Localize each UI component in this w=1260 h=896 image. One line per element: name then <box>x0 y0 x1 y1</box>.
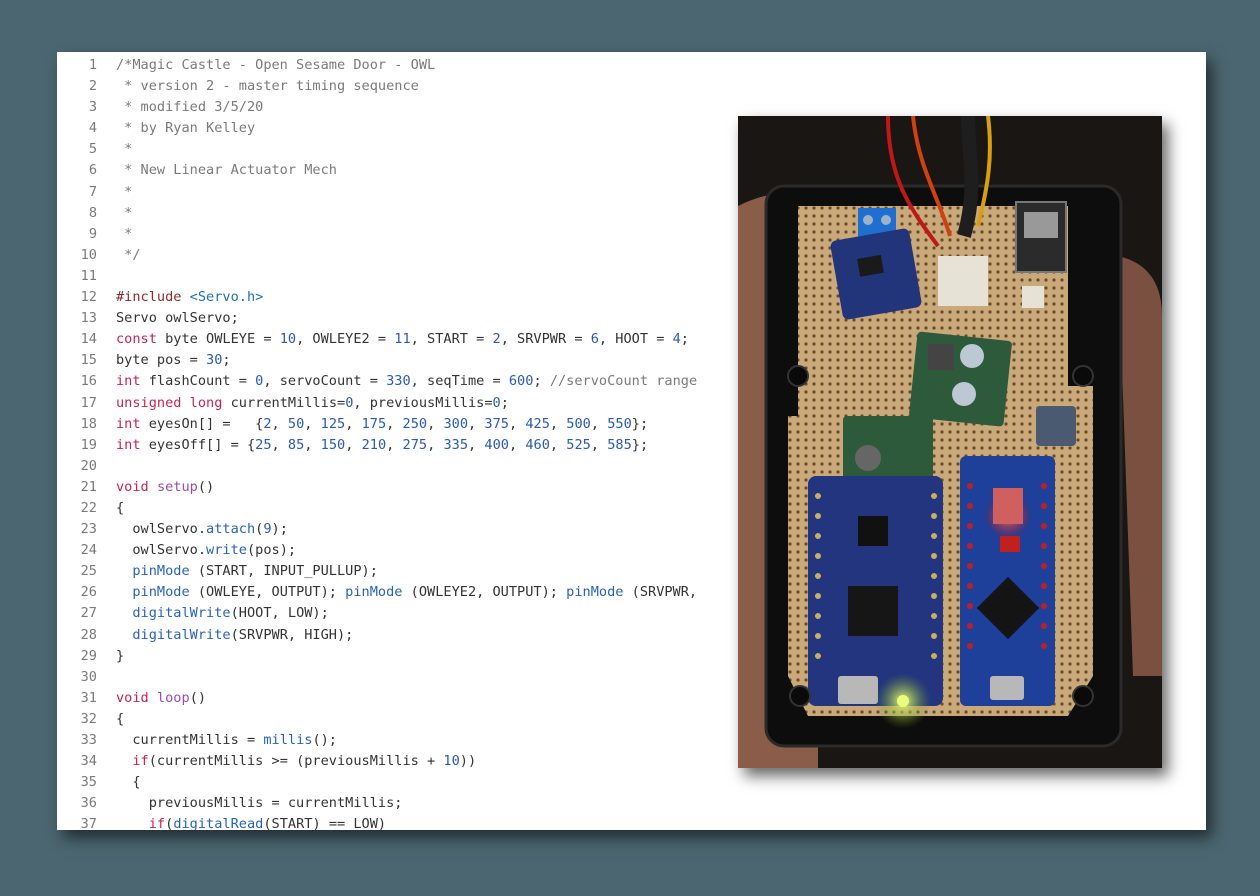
code-text: int flashCount = 0, servoCount = 330, se… <box>116 373 698 390</box>
code-text: * <box>116 225 133 242</box>
line-number: 30 <box>80 668 97 685</box>
code-text: byte pos = 30; <box>116 352 231 369</box>
line-number: 2 <box>88 78 97 95</box>
line-number: 28 <box>80 626 97 643</box>
code-text: { <box>116 499 125 516</box>
circuit-board-photo <box>738 116 1162 768</box>
code-line: 2 * version 2 - master timing sequence <box>57 76 1206 97</box>
line-number: 37 <box>80 816 97 830</box>
line-number: 19 <box>80 436 97 453</box>
code-text: int eyesOff[] = {25, 85, 150, 210, 275, … <box>116 436 649 453</box>
line-number: 14 <box>80 331 97 348</box>
code-text: */ <box>116 246 141 263</box>
code-line: 37 if(digitalRead(START) == LOW) <box>57 814 1206 830</box>
code-text: void setup() <box>116 478 215 495</box>
line-number: 29 <box>80 647 97 664</box>
line-number: 23 <box>80 521 97 538</box>
line-number: 4 <box>88 120 97 137</box>
code-text: owlServo.attach(9); <box>116 521 288 538</box>
line-number: 33 <box>80 732 97 748</box>
code-text: digitalWrite(SRVPWR, HIGH); <box>132 626 354 643</box>
code-text: if(digitalRead(START) == LOW) <box>148 816 387 830</box>
code-text: } <box>116 647 125 664</box>
line-number: 18 <box>80 415 97 432</box>
line-number: 10 <box>80 246 97 263</box>
line-number: 27 <box>80 605 97 622</box>
code-text: { <box>116 710 125 727</box>
code-line: 1 /*Magic Castle - Open Sesame Door - OWL <box>57 55 1206 76</box>
line-number: 21 <box>80 478 97 495</box>
code-text: pinMode (OWLEYE, OUTPUT); pinMode (OWLEY… <box>132 584 698 601</box>
line-number: 7 <box>88 183 97 200</box>
code-text: owlServo.write(pos); <box>116 542 297 559</box>
code-text: Servo owlServo; <box>116 310 239 327</box>
code-text: digitalWrite(HOOT, LOW); <box>132 605 329 622</box>
line-number: 24 <box>80 542 97 559</box>
code-text: if(currentMillis >= (previousMillis + 10… <box>132 753 477 770</box>
code-text: * by Ryan Kelley <box>116 120 256 137</box>
line-number: 34 <box>80 753 97 770</box>
code-text: * New Linear Actuator Mech <box>116 162 337 179</box>
code-text: /*Magic Castle - Open Sesame Door - OWL <box>116 57 436 73</box>
line-number: 25 <box>80 563 97 580</box>
code-text: * <box>116 183 133 200</box>
code-text: { <box>116 774 141 791</box>
code-text: #include <Servo.h> <box>116 289 264 306</box>
line-number: 16 <box>80 373 97 390</box>
line-number: 12 <box>80 289 97 306</box>
code-text: void loop() <box>116 689 207 706</box>
line-number: 11 <box>80 267 97 284</box>
code-text: int eyesOn[] = {2, 50, 125, 175, 250, 30… <box>116 415 649 432</box>
code-line: 36 previousMillis = currentMillis; <box>57 793 1206 814</box>
line-number: 3 <box>88 99 97 116</box>
code-text: currentMillis = millis(); <box>116 732 337 748</box>
code-line: 35 { <box>57 772 1206 793</box>
line-number: 35 <box>80 774 97 791</box>
line-number: 36 <box>80 795 97 812</box>
line-number: 17 <box>80 394 97 411</box>
code-text: * <box>116 141 133 158</box>
line-number: 15 <box>80 352 97 369</box>
line-number: 22 <box>80 499 97 516</box>
line-number: 20 <box>80 457 97 474</box>
code-text: * <box>116 204 133 221</box>
line-number: 9 <box>88 225 97 242</box>
line-number: 8 <box>88 204 97 221</box>
line-number: 1 <box>88 57 97 73</box>
line-number: 6 <box>88 162 97 179</box>
line-number: 32 <box>80 710 97 727</box>
code-text: previousMillis = currentMillis; <box>116 795 403 812</box>
code-text: pinMode (START, INPUT_PULLUP); <box>132 563 378 580</box>
code-text: unsigned long currentMillis=0, previousM… <box>116 394 509 411</box>
line-number: 26 <box>80 584 97 601</box>
code-text: * version 2 - master timing sequence <box>116 78 419 95</box>
code-text: const byte OWLEYE = 10, OWLEYE2 = 11, ST… <box>116 331 689 348</box>
code-text: * modified 3/5/20 <box>116 99 264 116</box>
line-number: 13 <box>80 310 97 327</box>
line-number: 5 <box>88 141 97 158</box>
line-number: 31 <box>80 689 97 706</box>
